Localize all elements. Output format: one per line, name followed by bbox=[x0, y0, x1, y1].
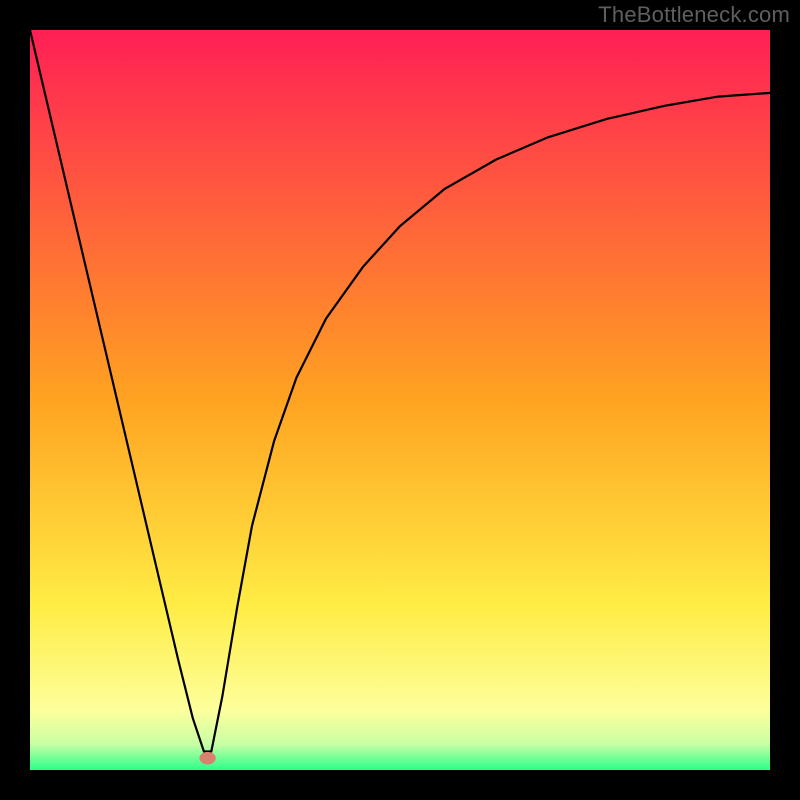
plot-area bbox=[30, 30, 770, 770]
gradient-background bbox=[30, 30, 770, 770]
watermark-text: TheBottleneck.com bbox=[598, 2, 790, 28]
chart-frame: TheBottleneck.com bbox=[0, 0, 800, 800]
chart-svg bbox=[30, 30, 770, 770]
min-marker bbox=[199, 752, 215, 765]
